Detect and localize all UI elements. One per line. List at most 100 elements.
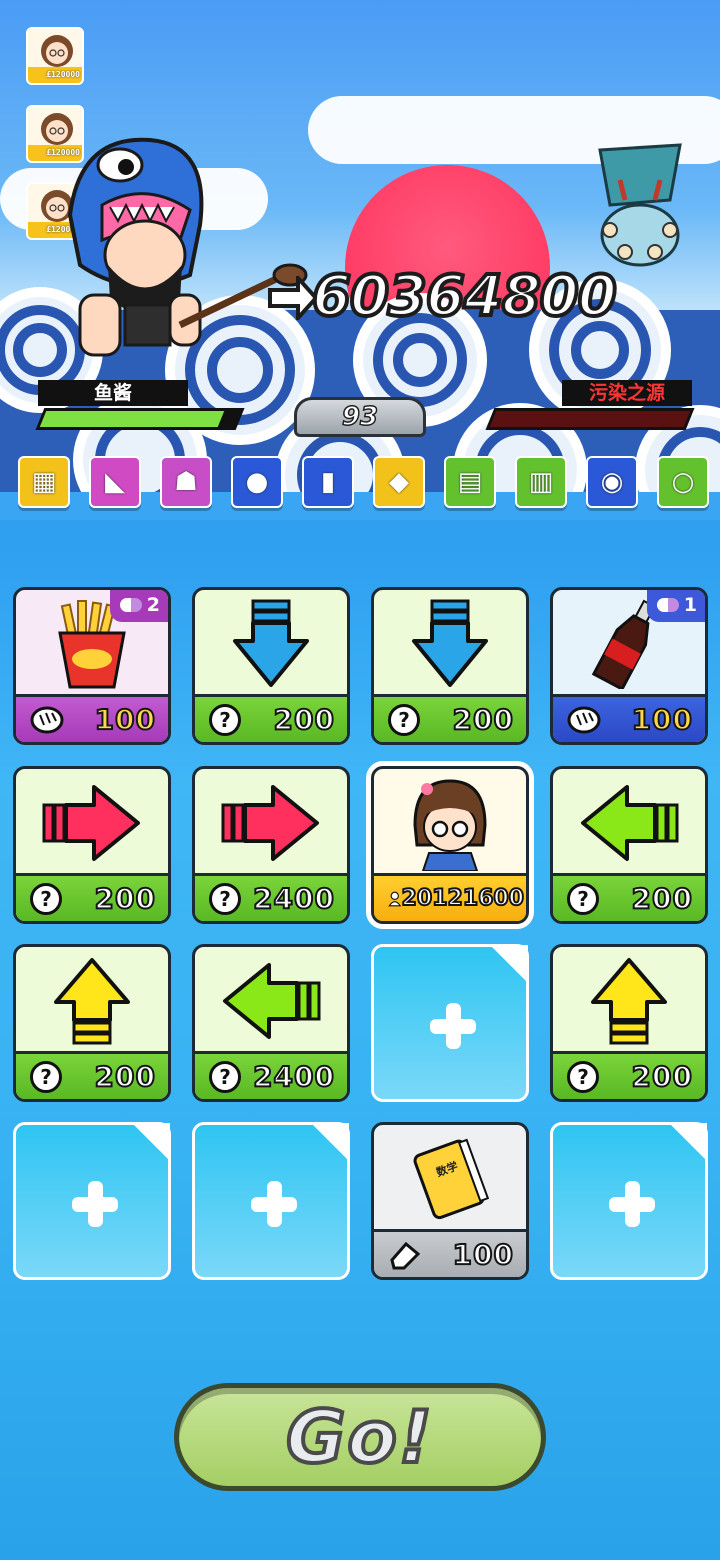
item-slot[interactable]: ● <box>231 456 283 508</box>
empty-slot[interactable] <box>550 1122 708 1280</box>
card-cost: 200 <box>452 702 514 737</box>
capsule-icon <box>657 598 679 612</box>
player-hp-fill <box>39 411 225 427</box>
item-slot[interactable]: ▤ <box>444 456 496 508</box>
card-art <box>553 769 705 877</box>
cost-bar: ? 200 <box>16 1051 168 1099</box>
card-cost: 200 <box>94 881 156 916</box>
girl-character-card[interactable]: 20121600 <box>371 766 529 924</box>
eraser-icon <box>390 1241 421 1269</box>
cost-bar: 100 <box>16 694 168 742</box>
plus-icon <box>251 1181 297 1227</box>
roster-portrait[interactable]: £120000 <box>26 27 84 85</box>
arrow-left-card[interactable]: ? 2400 <box>192 944 350 1102</box>
card-art <box>195 769 347 877</box>
player-name: 鱼酱 <box>38 380 188 406</box>
unknown-icon: ? <box>567 1060 599 1093</box>
cost-bar: ? 200 <box>553 873 705 921</box>
item-slot[interactable]: ◣ <box>89 456 141 508</box>
unknown-icon: ? <box>30 1060 62 1093</box>
item-slot[interactable]: ◉ <box>586 456 638 508</box>
player-hp-bar: 鱼酱 <box>28 380 248 436</box>
corner-fold <box>311 1123 349 1161</box>
cola-card[interactable]: 1 100 <box>550 587 708 745</box>
card-art <box>195 590 347 698</box>
unknown-icon: ? <box>388 703 420 736</box>
battery-icon: ▮ <box>320 467 336 497</box>
unknown-icon: ? <box>209 1060 241 1093</box>
plus-icon <box>609 1181 655 1227</box>
green-orb-icon: ○ <box>671 467 695 497</box>
cost-bar: ? 2400 <box>195 1051 347 1099</box>
item-slot[interactable]: ◆ <box>373 456 425 508</box>
cost-bar: ? 200 <box>374 694 526 742</box>
board-icon: ▥ <box>528 467 554 497</box>
stack-badge: 1 <box>647 590 705 622</box>
damage-number: 60364800 <box>310 262 619 331</box>
corner-fold <box>669 1123 707 1161</box>
go-button[interactable]: Go! <box>174 1383 546 1491</box>
document-icon: ▤ <box>457 467 483 497</box>
person-icon <box>388 891 402 906</box>
card-cost: 100 <box>631 702 693 737</box>
arrow-down-card[interactable]: ? 200 <box>192 587 350 745</box>
battle-scene: £120000 £120000 £120000 60364800 鱼酱 93 污… <box>0 0 720 520</box>
math-book-card[interactable]: 数学 100 <box>371 1122 529 1280</box>
card-art <box>16 769 168 877</box>
card-cost: 2400 <box>252 1059 335 1094</box>
card-cost: 200 <box>273 702 335 737</box>
card-cost: 20121600 <box>401 885 525 912</box>
empty-slot[interactable] <box>13 1122 171 1280</box>
owned-items-strip: ▦ ◣ ☗ ● ▮ ◆ ▤ ▥ ◉ ○ <box>18 456 720 512</box>
arrow-down-card[interactable]: ? 200 <box>371 587 529 745</box>
enemy-hp-bar: 污染之源 <box>480 380 700 436</box>
cost-bar: ? 200 <box>195 694 347 742</box>
card-cost: 200 <box>631 881 693 916</box>
item-slot[interactable]: ▥ <box>515 456 567 508</box>
card-art <box>374 769 526 877</box>
item-slot[interactable]: ○ <box>657 456 709 508</box>
arrow-up-card[interactable]: ? 200 <box>550 944 708 1102</box>
card-cost: 200 <box>94 1059 156 1094</box>
cost-bar: 20121600 <box>374 873 526 921</box>
stack-count: 2 <box>146 594 160 616</box>
item-slot[interactable]: ▮ <box>302 456 354 508</box>
empty-slot[interactable] <box>371 944 529 1102</box>
card-cost: 100 <box>452 1237 514 1272</box>
item-slot[interactable]: ▦ <box>18 456 70 508</box>
robot-icon: ☗ <box>174 467 198 497</box>
roster-score: £120000 <box>28 67 82 83</box>
arrow-right-card[interactable]: ? 2400 <box>192 766 350 924</box>
bread-icon <box>567 706 601 733</box>
empty-slot[interactable] <box>192 1122 350 1280</box>
arrow-left-card[interactable]: ? 200 <box>550 766 708 924</box>
corner-fold <box>490 945 528 983</box>
fries-card[interactable]: 2 100 <box>13 587 171 745</box>
enemy-name: 污染之源 <box>562 380 692 406</box>
cheese-icon: ◣ <box>105 467 125 497</box>
unknown-icon: ? <box>30 882 62 915</box>
item-slot[interactable]: ☗ <box>160 456 212 508</box>
cost-bar: 100 <box>553 694 705 742</box>
enemy-hp-track <box>485 408 695 430</box>
stack-count: 1 <box>683 594 697 616</box>
card-cost: 200 <box>631 1059 693 1094</box>
cost-bar: ? 200 <box>16 873 168 921</box>
cost-bar: ? 200 <box>553 1051 705 1099</box>
corner-fold <box>132 1123 170 1161</box>
plus-icon <box>72 1181 118 1227</box>
shopping-bag-icon: ◆ <box>389 467 409 497</box>
unknown-icon: ? <box>209 882 241 915</box>
cost-bar: 100 <box>374 1229 526 1277</box>
plus-icon <box>430 1003 476 1049</box>
unknown-icon: ? <box>209 703 241 736</box>
frying-pan-icon: ◉ <box>600 467 624 497</box>
card-cost: 2400 <box>252 881 335 916</box>
player-hp-track <box>35 408 245 430</box>
card-cost: 100 <box>94 702 156 737</box>
card-art <box>374 1125 526 1233</box>
girl-avatar-icon <box>41 35 73 67</box>
card-art <box>374 590 526 698</box>
arrow-up-card[interactable]: ? 200 <box>13 944 171 1102</box>
arrow-right-card[interactable]: ? 200 <box>13 766 171 924</box>
